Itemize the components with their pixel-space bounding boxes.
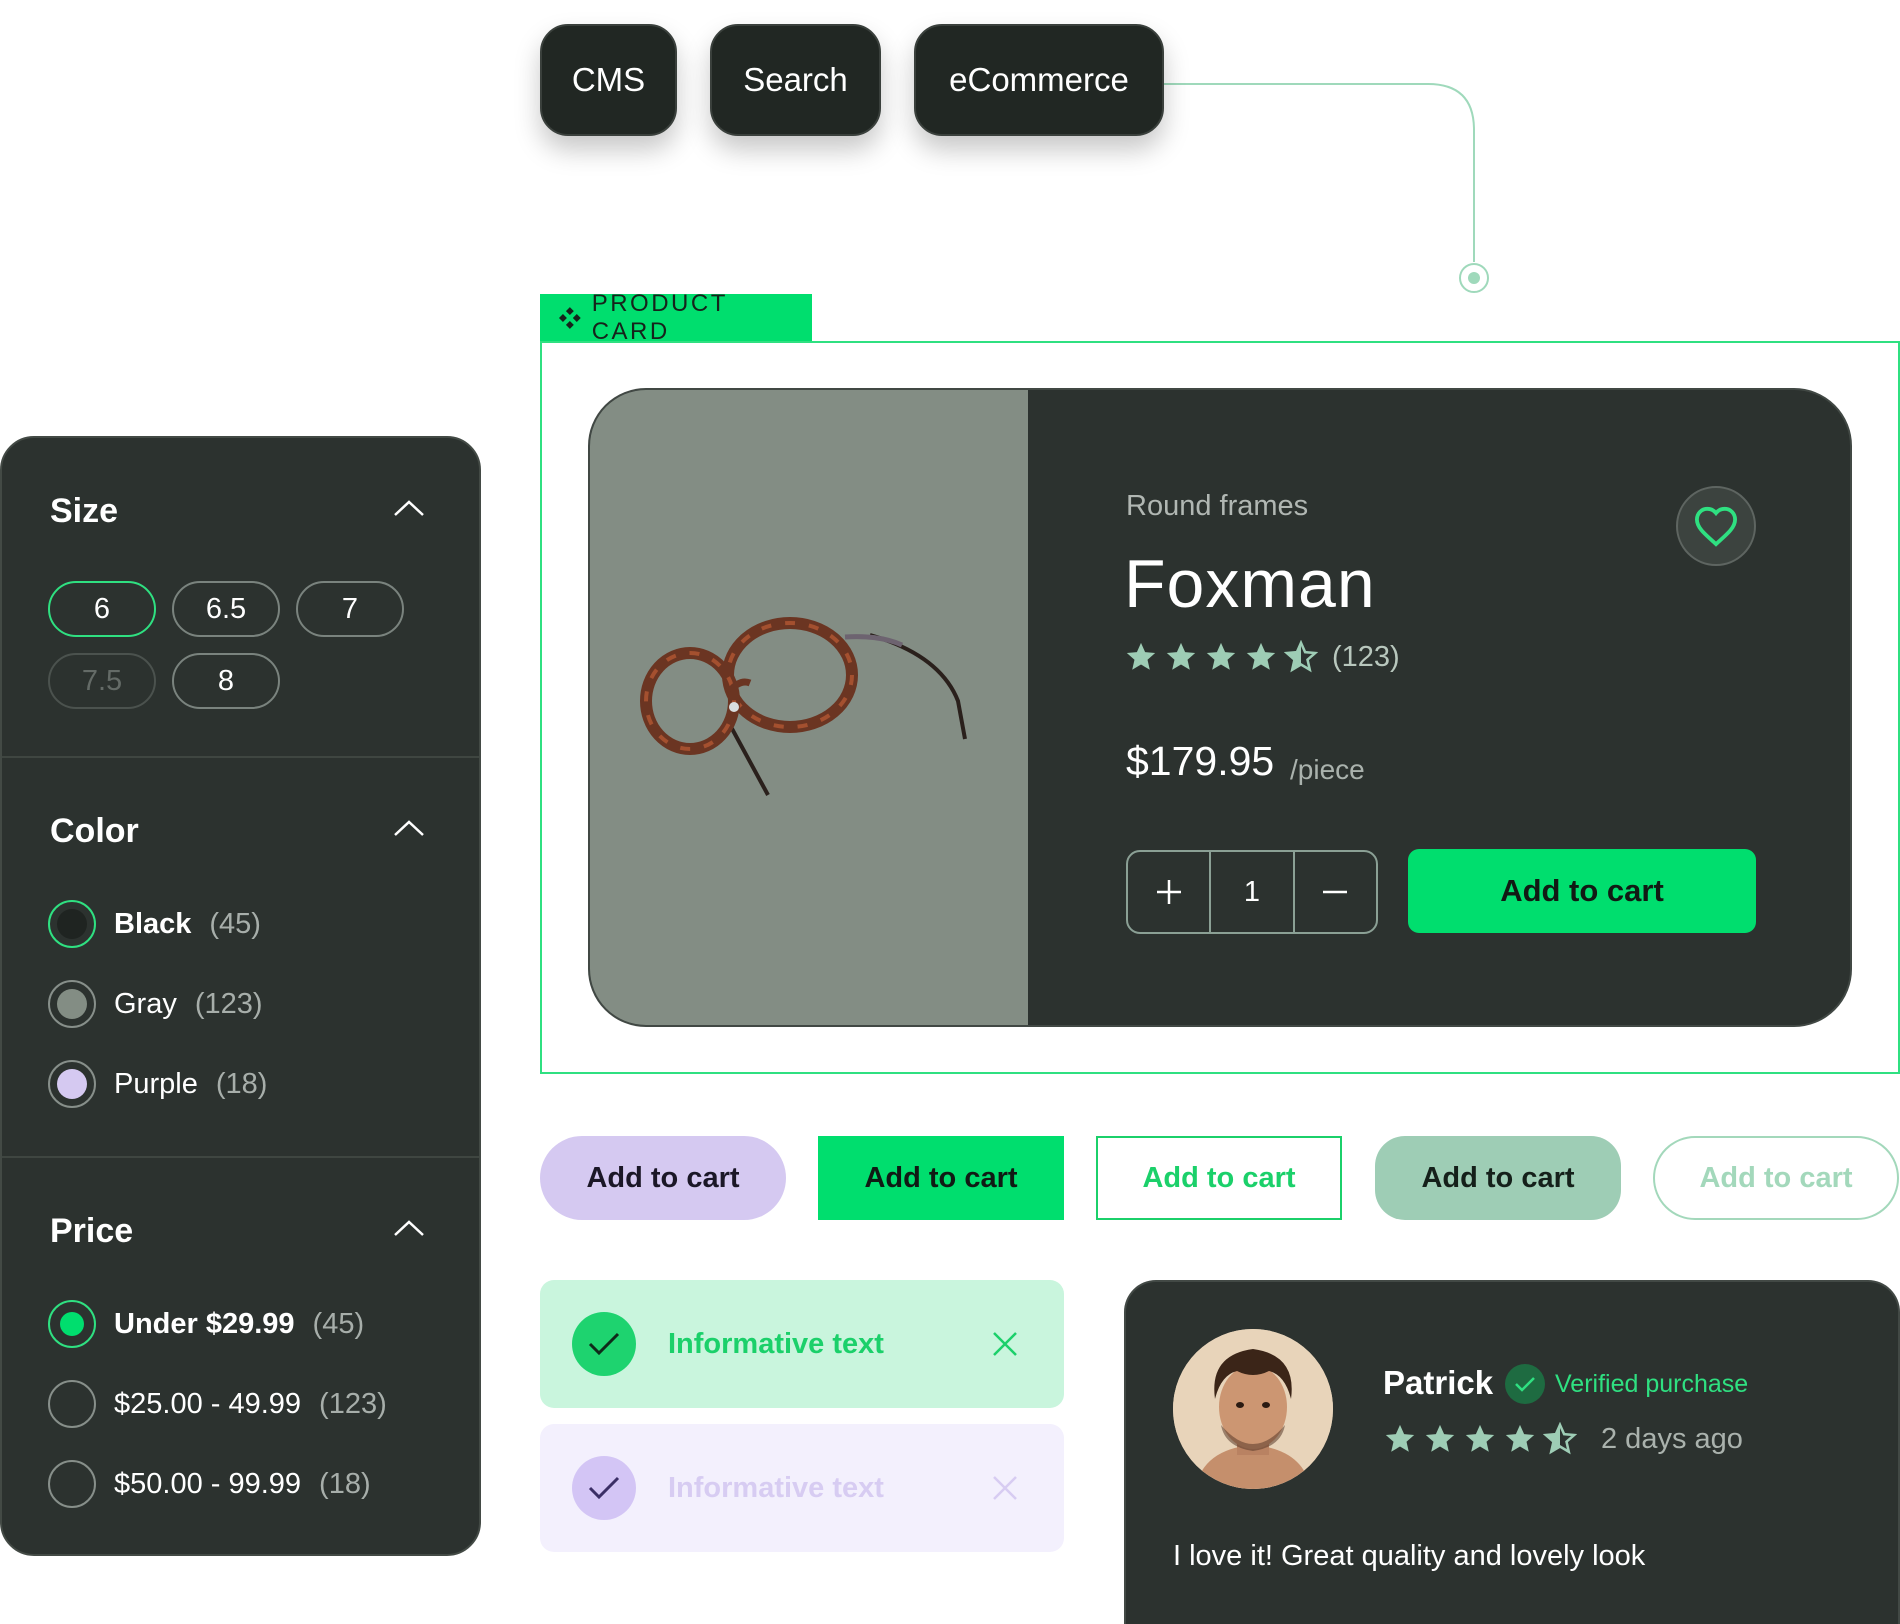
radio-button[interactable] xyxy=(48,1380,96,1428)
add-to-cart-button-outline[interactable]: Add to cart xyxy=(1096,1136,1342,1220)
color-option-black[interactable]: Black (45) xyxy=(48,900,261,948)
close-icon[interactable] xyxy=(990,1473,1020,1503)
avatar xyxy=(1173,1329,1333,1489)
radio-button[interactable] xyxy=(48,1460,96,1508)
rating-count: (123) xyxy=(1332,640,1400,673)
color-swatch[interactable] xyxy=(48,900,96,948)
filter-sidebar: Size 6 6.5 7 7.5 8 Color Black (45) Gray… xyxy=(0,436,481,1556)
search-pill[interactable]: Search xyxy=(710,24,881,136)
star-icon xyxy=(1166,642,1196,670)
cms-pill[interactable]: CMS xyxy=(540,24,677,136)
add-to-cart-button-green[interactable]: Add to cart xyxy=(818,1136,1064,1220)
price-option[interactable]: $25.00 - 49.99 (123) xyxy=(48,1380,387,1428)
quantity-stepper: 1 xyxy=(1126,850,1378,934)
plus-icon xyxy=(1156,880,1181,904)
option-label: $25.00 - 49.99 xyxy=(114,1387,302,1420)
divider xyxy=(2,756,479,758)
size-option[interactable]: 6.5 xyxy=(172,581,280,637)
add-to-cart-button-sage[interactable]: Add to cart xyxy=(1375,1136,1621,1220)
radio-button[interactable] xyxy=(48,1300,96,1348)
option-count: (123) xyxy=(319,1387,387,1420)
review-card: Patrick Verified purchase 2 days ago I l… xyxy=(1124,1280,1900,1624)
price-option[interactable]: Under $29.99 (45) xyxy=(48,1300,364,1348)
option-label: Purple xyxy=(114,1067,198,1100)
chevron-up-icon[interactable] xyxy=(392,1218,426,1238)
star-icon xyxy=(1206,642,1236,670)
star-icon xyxy=(1385,1424,1415,1452)
add-to-cart-button-lavender[interactable]: Add to cart xyxy=(540,1136,786,1220)
add-to-cart-button[interactable]: Add to cart xyxy=(1408,849,1756,933)
heart-icon xyxy=(1694,506,1738,547)
glasses-illustration xyxy=(640,617,967,796)
decrement-button[interactable] xyxy=(1292,852,1376,932)
star-icon xyxy=(1126,642,1156,670)
product-card-tag-label: PRODUCT CARD xyxy=(591,289,728,345)
favorite-button[interactable] xyxy=(1676,486,1756,566)
success-alert: Informative text xyxy=(540,1280,1064,1408)
review-text: I love it! Great quality and lovely look xyxy=(1173,1540,1646,1572)
option-label: $50.00 - 99.99 xyxy=(114,1467,302,1500)
price-section-title: Price xyxy=(50,1212,134,1250)
size-option-disabled: 7.5 xyxy=(48,653,156,709)
color-option-gray[interactable]: Gray (123) xyxy=(48,980,263,1028)
close-icon[interactable] xyxy=(990,1329,1020,1359)
product-card: Round frames Foxman (123) $179.95 /piece… xyxy=(588,388,1852,1027)
verified-check-icon xyxy=(1505,1364,1545,1404)
color-section-title: Color xyxy=(50,812,139,850)
chevron-up-icon[interactable] xyxy=(392,818,426,838)
check-icon xyxy=(572,1456,636,1520)
minus-icon xyxy=(1323,890,1348,894)
quantity-value[interactable]: 1 xyxy=(1209,852,1292,932)
option-label: Gray xyxy=(114,987,177,1020)
verified-label: Verified purchase xyxy=(1555,1369,1749,1398)
option-count: (45) xyxy=(209,907,261,940)
increment-button[interactable] xyxy=(1128,852,1209,932)
product-rating: (123) xyxy=(1124,640,1400,674)
price-option[interactable]: $50.00 - 99.99 (18) xyxy=(48,1460,371,1508)
review-rating: 2 days ago xyxy=(1383,1422,1743,1456)
review-time: 2 days ago xyxy=(1601,1422,1743,1455)
star-half-icon xyxy=(1543,1422,1577,1455)
component-icon xyxy=(558,306,581,329)
color-swatch[interactable] xyxy=(48,1060,96,1108)
divider xyxy=(2,1156,479,1158)
product-image xyxy=(590,390,1028,1025)
color-option-purple[interactable]: Purple (18) xyxy=(48,1060,267,1108)
size-section-title: Size xyxy=(50,492,119,530)
option-count: (45) xyxy=(312,1307,365,1340)
product-card-tag: PRODUCT CARD xyxy=(540,290,812,345)
product-price: $179.95 xyxy=(1126,738,1275,784)
option-label: Under $29.99 xyxy=(114,1307,295,1340)
option-count: (123) xyxy=(194,987,263,1020)
option-count: (18) xyxy=(319,1467,371,1500)
product-subtitle: Round frames xyxy=(1126,490,1309,522)
option-count: (18) xyxy=(215,1067,268,1100)
info-alert: Informative text xyxy=(540,1424,1064,1552)
product-title: Foxman xyxy=(1124,546,1376,622)
size-option[interactable]: 8 xyxy=(172,653,280,709)
star-icon xyxy=(1505,1424,1535,1452)
size-option[interactable]: 6 xyxy=(48,581,156,637)
star-icon xyxy=(1246,642,1276,670)
alert-text: Informative text xyxy=(668,1471,884,1504)
star-icon xyxy=(1425,1424,1455,1452)
size-option[interactable]: 7 xyxy=(296,581,404,637)
chevron-up-icon[interactable] xyxy=(392,498,426,518)
color-swatch[interactable] xyxy=(48,980,96,1028)
star-half-icon xyxy=(1284,640,1318,673)
ecommerce-pill[interactable]: eCommerce xyxy=(914,24,1164,136)
option-label: Black xyxy=(114,907,192,940)
price-unit: /piece xyxy=(1290,754,1365,785)
add-to-cart-button-disabled: Add to cart xyxy=(1653,1136,1899,1220)
check-icon xyxy=(572,1312,636,1376)
alert-text: Informative text xyxy=(668,1327,884,1360)
verified-badge: Verified purchase xyxy=(1505,1364,1748,1404)
reviewer-name: Patrick xyxy=(1383,1364,1494,1401)
star-icon xyxy=(1465,1424,1495,1452)
